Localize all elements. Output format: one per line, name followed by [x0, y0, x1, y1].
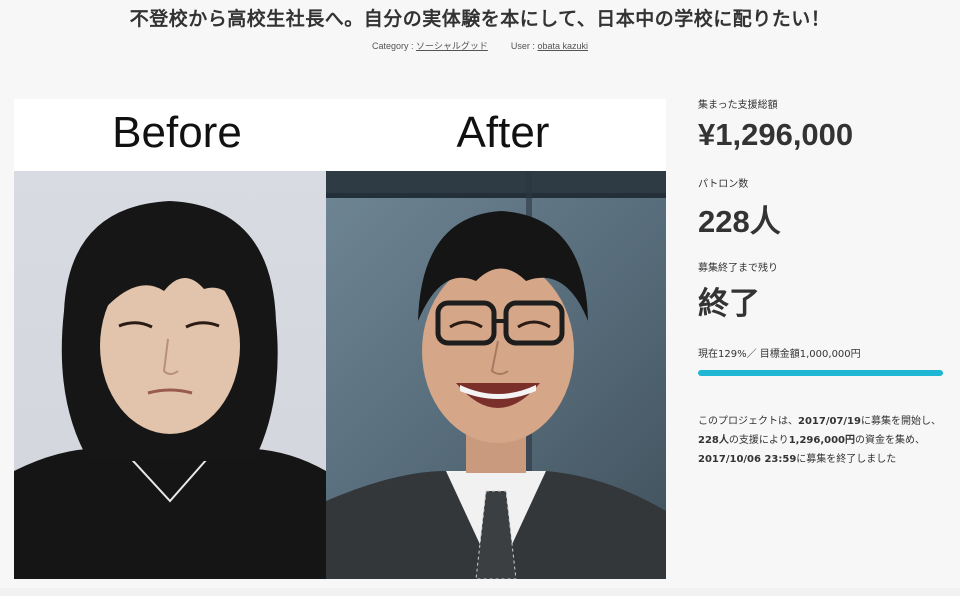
category-label: Category : — [372, 41, 414, 51]
funding-panel: 集まった支援総額 ¥1,296,000 パトロン数 228人 募集終了まで残り … — [698, 96, 948, 469]
patrons-label: パトロン数 — [698, 179, 749, 190]
project-meta: Category : ソーシャルグッド User : obata kazuki — [0, 39, 960, 52]
summary-text: に募集を終了しました — [796, 454, 897, 465]
summary-patrons: 228人 — [698, 435, 729, 446]
before-label: Before — [112, 108, 242, 157]
summary-text: このプロジェクトは、 — [698, 416, 798, 427]
project-summary: このプロジェクトは、2017/07/19に募集を開始し、 228人の支援により1… — [698, 412, 953, 469]
user-label: User : — [510, 41, 535, 51]
category-link[interactable]: ソーシャルグッド — [416, 41, 488, 51]
patrons-value: 228人 — [698, 204, 781, 239]
progress-fill — [698, 370, 943, 376]
after-photo — [326, 171, 666, 579]
funded-label: 集まった支援総額 — [698, 100, 778, 111]
funded-value: ¥1,296,000 — [698, 117, 854, 152]
page-divider — [0, 588, 960, 596]
progress-bar — [698, 370, 943, 376]
page-title: 不登校から高校生社長へ。自分の実体験を本にして、日本中の学校に配りたい！ — [129, 8, 831, 30]
project-hero-image: Before After — [14, 99, 666, 579]
progress-text: 現在129%／ 目標金額1,000,000円 — [698, 349, 861, 360]
summary-text: の資金を集め、 — [855, 435, 925, 446]
user-link[interactable]: obata kazuki — [537, 41, 588, 51]
summary-text: の支援により — [728, 435, 789, 446]
summary-text: に募集を開始し、 — [860, 416, 941, 427]
start-date: 2017/07/19 — [798, 416, 861, 427]
after-label: After — [456, 108, 550, 157]
remaining-value: 終了 — [698, 286, 760, 321]
summary-amount: 1,296,000円 — [788, 435, 855, 446]
remaining-label: 募集終了まで残り — [698, 263, 778, 274]
end-datetime: 2017/10/06 23:59 — [698, 454, 797, 465]
before-photo — [14, 171, 326, 579]
